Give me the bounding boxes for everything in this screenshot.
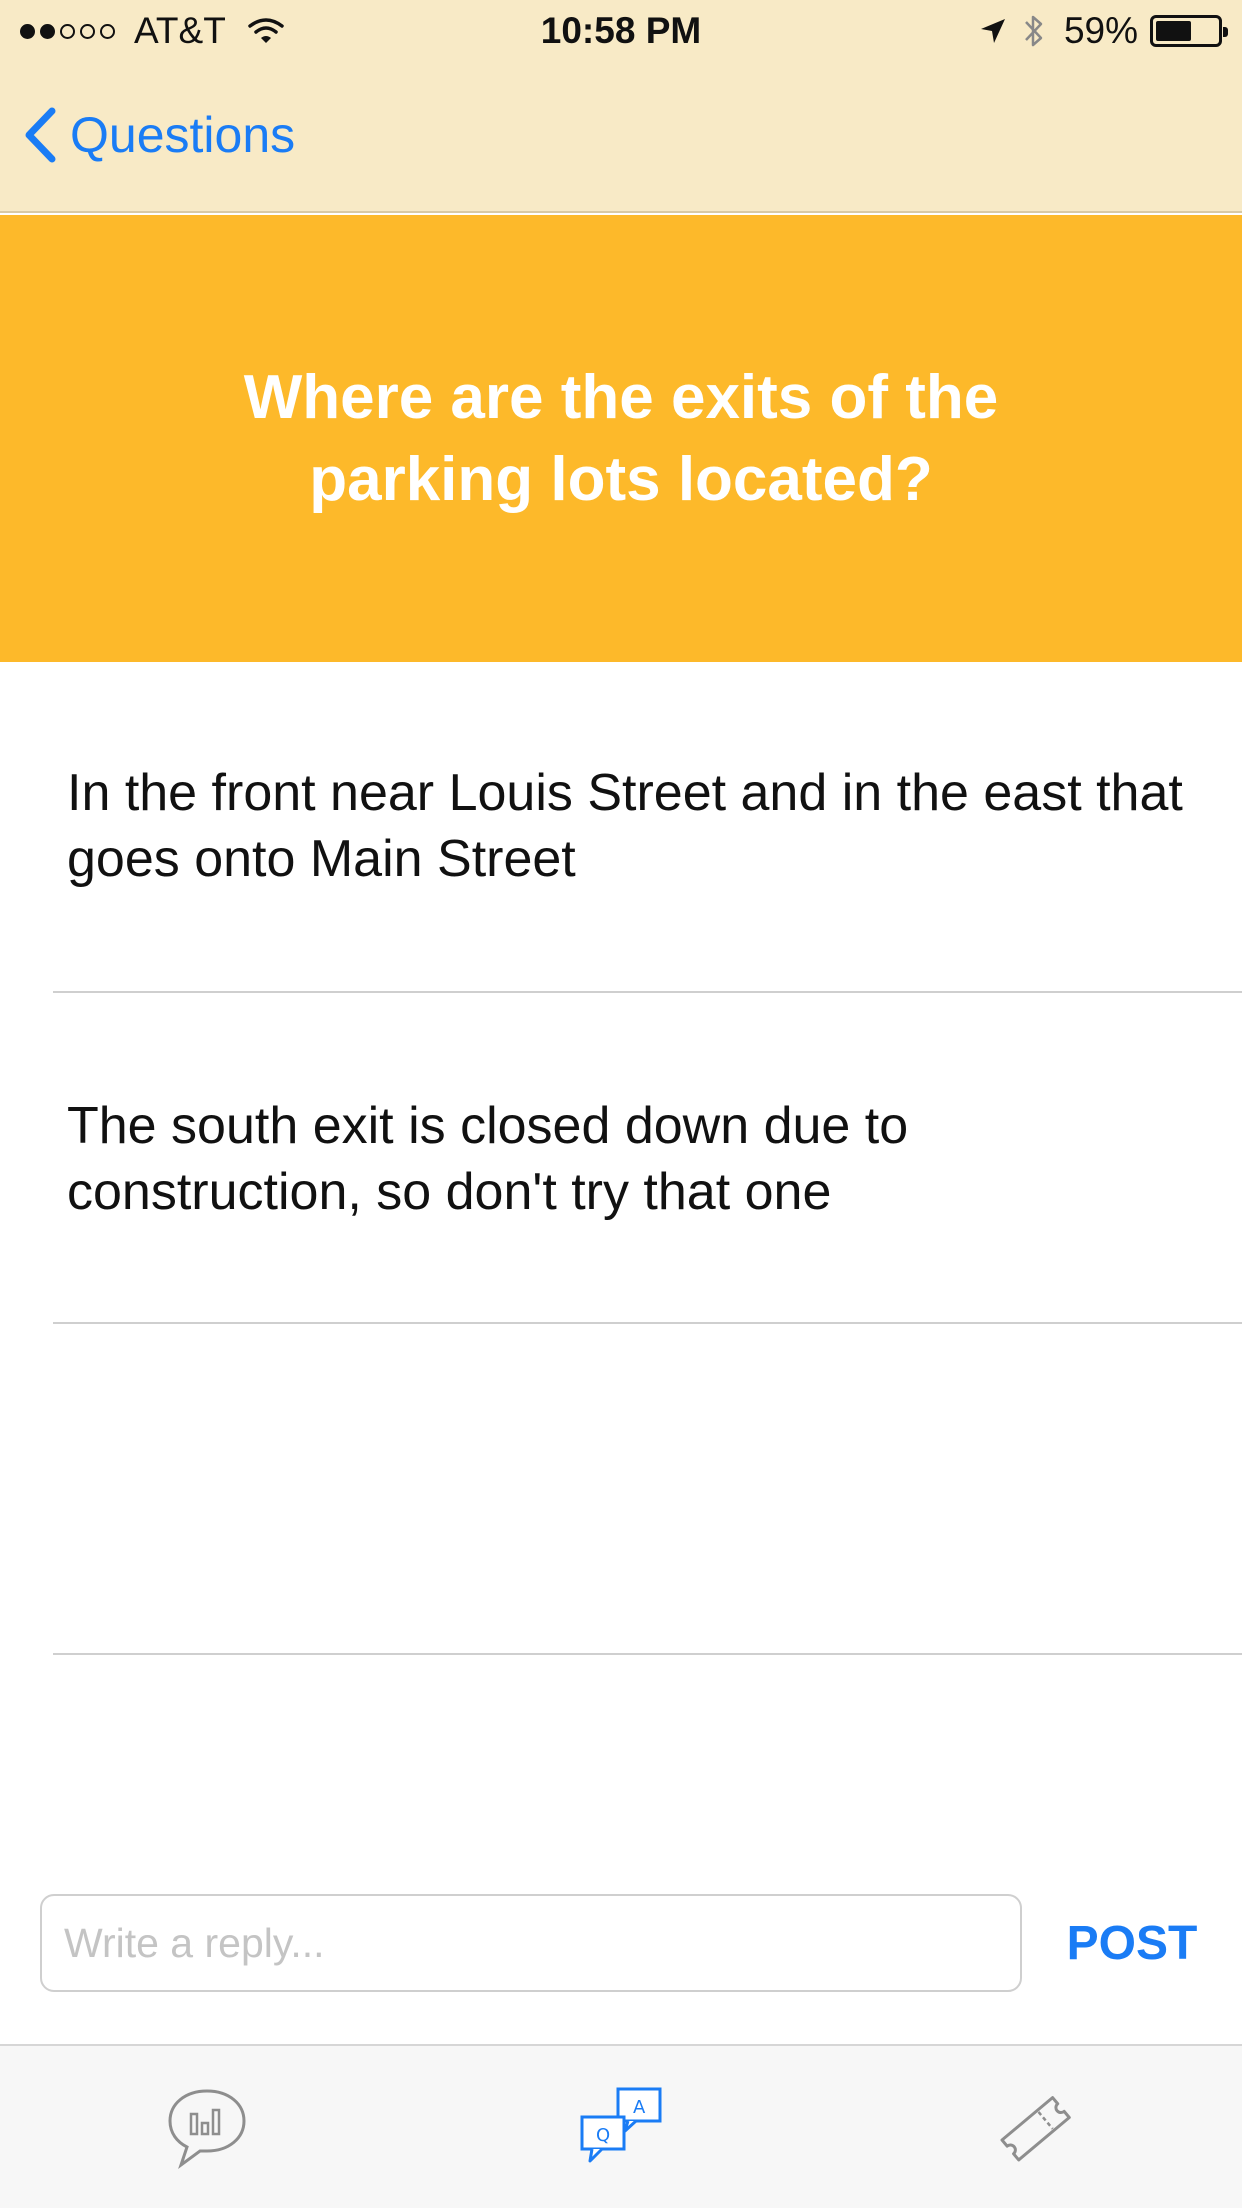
qa-bubbles-icon: A Q xyxy=(580,2087,662,2163)
ticket-icon xyxy=(1000,2096,1071,2162)
tab-chat-stats[interactable] xyxy=(107,2046,307,2208)
battery-icon xyxy=(1150,15,1228,47)
reply-item[interactable]: The south exit is closed down due to con… xyxy=(0,993,1242,1324)
reply-item[interactable] xyxy=(0,1324,1242,1655)
reply-text: In the front near Louis Street and in th… xyxy=(67,764,1183,888)
battery-percent: 59% xyxy=(1063,10,1138,51)
tab-tickets[interactable] xyxy=(935,2046,1135,2208)
chevron-left-icon xyxy=(25,107,56,163)
question-title: Where are the exits of the parking lots … xyxy=(243,362,999,514)
top-area: AT&T 10:58 PM 59% Questions xyxy=(0,0,1242,213)
bluetooth-icon xyxy=(1025,15,1043,47)
question-banner: Where are the exits of the parking lots … xyxy=(0,215,1242,662)
tab-questions[interactable]: A Q xyxy=(521,2046,721,2208)
reply-input[interactable] xyxy=(40,1894,1022,1992)
status-right: 59% xyxy=(978,10,1228,52)
back-button[interactable]: Questions xyxy=(24,106,295,164)
post-button[interactable]: POST xyxy=(1052,1894,1212,1992)
svg-text:Q: Q xyxy=(596,2125,610,2146)
back-button-label: Questions xyxy=(70,107,296,163)
chat-stats-icon xyxy=(168,2089,246,2170)
svg-text:A: A xyxy=(633,2097,646,2118)
reply-item[interactable]: In the front near Louis Street and in th… xyxy=(0,662,1242,993)
reply-divider xyxy=(53,1653,1242,1655)
reply-text: The south exit is closed down due to con… xyxy=(67,1097,909,1221)
battery-level-fill xyxy=(1156,21,1192,41)
location-arrow-icon xyxy=(980,19,1005,43)
tab-bar: A Q xyxy=(0,2044,1242,2208)
battery-cap xyxy=(1223,27,1228,37)
status-bar: AT&T 10:58 PM 59% xyxy=(0,0,1242,66)
